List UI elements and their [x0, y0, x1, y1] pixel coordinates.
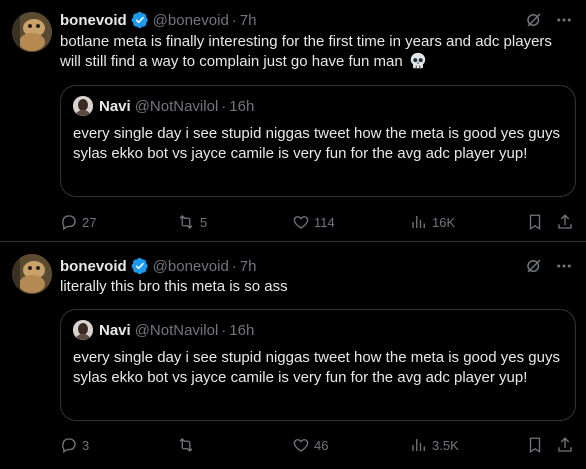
views-button[interactable]: 3.5K [410, 435, 459, 455]
repost-icon [179, 215, 193, 229]
like-count: 46 [314, 437, 329, 453]
tweet-text-container: literally this bro this meta is so ass [60, 277, 575, 297]
verified-badge-icon [131, 257, 149, 275]
skull-emoji-icon [409, 52, 427, 76]
avatar[interactable] [12, 254, 52, 294]
more-icon[interactable] [554, 256, 574, 276]
views-count: 3.5K [432, 437, 459, 453]
like-icon [293, 216, 309, 229]
bookmark-button[interactable] [526, 212, 544, 232]
quoted-avatar [73, 96, 93, 116]
views-icon [412, 439, 425, 451]
quoted-tweet-header: Navi @NotNavilol · 16h [73, 96, 254, 116]
separator-dot: · [231, 11, 237, 29]
bookmark-button[interactable] [526, 435, 544, 455]
bookmark-icon [529, 214, 541, 231]
quoted-avatar [73, 320, 93, 340]
quoted-author-handle: @NotNavilol [134, 321, 219, 339]
quoted-tweet[interactable]: Navi @NotNavilol · 16h every single day … [60, 85, 576, 197]
share-icon [558, 214, 572, 229]
verified-badge-icon [131, 11, 149, 29]
grok-icon[interactable] [524, 10, 544, 30]
like-button[interactable]: 114 [292, 212, 335, 232]
grok-icon[interactable] [524, 256, 544, 276]
tweet-top-actions [524, 10, 574, 30]
repost-button[interactable]: 5 [176, 212, 207, 232]
views-count: 16K [432, 214, 456, 230]
tweet[interactable]: bonevoid @bonevoid · 7h botlane meta is … [0, 0, 586, 242]
separator-dot: · [221, 97, 227, 115]
repost-button[interactable] [176, 435, 200, 455]
tweet-text-container: botlane meta is finally interesting for … [60, 32, 575, 76]
tweet-text: literally this bro this meta is so ass [60, 278, 288, 295]
author-name[interactable]: bonevoid [60, 12, 127, 29]
quoted-tweet-text: every single day i see stupid niggas twe… [73, 125, 560, 162]
tweet-top-actions [524, 256, 574, 276]
like-count: 114 [314, 214, 335, 230]
quoted-author-name: Navi [99, 321, 131, 339]
reply-button[interactable]: 3 [60, 435, 89, 455]
share-button[interactable] [556, 212, 574, 232]
reply-icon [62, 438, 76, 453]
reply-icon [62, 215, 76, 230]
repost-count: 5 [200, 214, 208, 230]
author-handle[interactable]: @bonevoid [153, 258, 229, 275]
timestamp[interactable]: 7h [240, 258, 257, 275]
tweet-header: bonevoid @bonevoid · 7h [60, 10, 256, 30]
like-button[interactable]: 46 [292, 435, 328, 455]
avatar-image [12, 254, 52, 294]
tweet-actions: 27 5 114 16K [60, 212, 576, 232]
quoted-tweet-header: Navi @NotNavilol · 16h [73, 320, 254, 340]
tweet-header: bonevoid @bonevoid · 7h [60, 256, 256, 276]
reply-count: 27 [82, 214, 97, 230]
avatar-image [12, 12, 52, 52]
quoted-author-handle: @NotNavilol [134, 97, 219, 115]
author-handle[interactable]: @bonevoid [153, 12, 229, 29]
more-icon[interactable] [554, 10, 574, 30]
separator-dot: · [231, 257, 237, 275]
quoted-tweet[interactable]: Navi @NotNavilol · 16h every single day … [60, 309, 576, 421]
reply-count: 3 [82, 437, 90, 453]
quoted-tweet-text: every single day i see stupid niggas twe… [73, 349, 560, 386]
tweet-text: botlane meta is finally interesting for … [60, 33, 552, 70]
repost-icon [179, 438, 193, 452]
views-button[interactable]: 16K [410, 212, 455, 232]
like-icon [293, 439, 309, 452]
avatar[interactable] [12, 12, 52, 52]
share-icon [558, 437, 572, 452]
separator-dot: · [221, 321, 227, 339]
author-name[interactable]: bonevoid [60, 258, 127, 275]
quoted-author-name: Navi [99, 97, 131, 115]
tweet-actions: 3 46 3.5K [60, 435, 576, 455]
reply-button[interactable]: 27 [60, 212, 96, 232]
bookmark-icon [529, 437, 541, 454]
share-button[interactable] [556, 435, 574, 455]
tweet[interactable]: bonevoid @bonevoid · 7h literally this b… [0, 242, 586, 469]
timestamp[interactable]: 7h [240, 12, 257, 29]
quoted-timestamp: 16h [229, 97, 255, 115]
views-icon [412, 216, 425, 228]
quoted-timestamp: 16h [229, 321, 255, 339]
